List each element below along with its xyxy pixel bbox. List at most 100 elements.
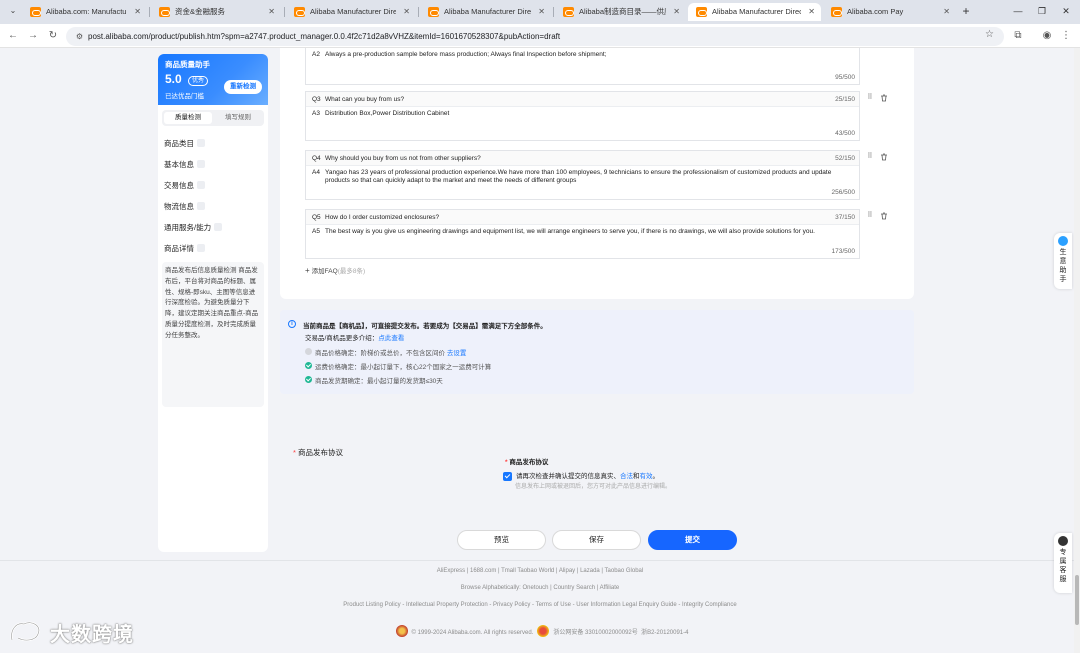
faq-item: Q5 How do I order customized enclosures?… (305, 209, 860, 259)
recheck-button[interactable]: 重新检测 (224, 80, 262, 94)
agreement-checkbox[interactable] (503, 472, 512, 481)
browser-tab-active[interactable]: Alibaba Manufacturer Directo ✕ (688, 3, 821, 21)
drag-handle-icon[interactable]: ⠿ (866, 212, 874, 220)
drag-handle-icon[interactable]: ⠿ (866, 94, 874, 102)
trash-icon[interactable] (880, 94, 888, 102)
customer-service-button[interactable]: 专属客服 (1054, 533, 1072, 593)
faq-answer[interactable]: A2 Always a pre-production sample before… (306, 48, 859, 85)
tab-close-icon[interactable]: ✕ (268, 3, 275, 21)
faq-question[interactable]: Q5 How do I order customized enclosures?… (306, 210, 859, 225)
close-window-icon[interactable]: ✕ (1059, 4, 1073, 18)
drag-handle-icon[interactable]: ⠿ (866, 153, 874, 161)
trash-icon[interactable] (880, 153, 888, 161)
section-logistics-info[interactable]: 物流信息 (164, 201, 205, 212)
browser-tab[interactable]: Alibaba制造商目录——供应商 ✕ (555, 3, 686, 21)
view-details-link[interactable]: 点此查看 (378, 335, 404, 342)
assistant-icon (1058, 236, 1068, 246)
faq-question[interactable]: Q3 What can you buy from us? 25/150 (306, 92, 859, 107)
legal-link[interactable]: 合法 (620, 473, 633, 480)
footer-links-3[interactable]: Product Listing Policy - Intellectual Pr… (0, 602, 1080, 608)
service-avatar-icon (1058, 536, 1068, 546)
condition-delivery: 商品发货期确定：最小起订量的发货期≤30天 (315, 378, 443, 385)
quality-title: 商品质量助手 (165, 60, 210, 69)
browser-tab[interactable]: Alibaba.com Pay ✕ (823, 3, 956, 21)
quality-note: 商品发布后信息质量检测 商品发布后，平台将对商品的标题、属性、规格-即sku、主… (162, 262, 264, 407)
section-basic-info[interactable]: 基本信息 (164, 159, 205, 170)
browser-toolbar: ← → ↻ ⚙ post.alibaba.com/product/publish… (0, 24, 1080, 48)
quality-badge: 优秀 (188, 76, 209, 86)
faq-question[interactable]: Q4 Why should you buy from us not from o… (306, 151, 859, 166)
tab-close-icon[interactable]: ✕ (403, 3, 410, 21)
section-trade-info[interactable]: 交易信息 (164, 180, 205, 191)
police-badge-icon (537, 625, 550, 637)
status-icon (197, 160, 205, 168)
faq-answer[interactable]: A3 Distribution Box,Power Distribution C… (306, 107, 859, 141)
extensions-icon[interactable]: ⧉ (1011, 29, 1025, 43)
quality-score: 5.0 (165, 72, 182, 86)
quality-header: 商品质量助手 5.0 优秀 已达优品门槛 重新检测 (158, 54, 268, 105)
tab-search-icon[interactable]: ⌄ (6, 6, 20, 18)
tab-close-icon[interactable]: ✕ (538, 3, 545, 21)
business-assistant-button[interactable]: 生意助手 (1054, 233, 1072, 289)
quality-subtitle: 已达优品门槛 (165, 93, 204, 100)
preview-button[interactable]: 预览 (457, 530, 546, 550)
browser-tab[interactable]: 资金&金融服务 ✕ (151, 3, 281, 21)
status-icon (197, 244, 205, 252)
save-button[interactable]: 保存 (552, 530, 641, 550)
check-circle-icon (305, 376, 312, 383)
watermark-text: 大数跨境 (50, 624, 134, 646)
section-category[interactable]: 商品类目 (164, 138, 205, 149)
alibaba-favicon-icon (159, 7, 170, 17)
faq-answer[interactable]: A4 Yangao has 23 years of professional p… (306, 166, 859, 200)
footer-copyright: © 1999-2024 Alibaba.com. All rights rese… (0, 625, 1080, 637)
notice-intro: 交易品/商机品更多介绍：点此查看 (305, 335, 405, 342)
reload-icon[interactable]: ↻ (46, 29, 60, 43)
valid-link[interactable]: 有效 (640, 473, 653, 480)
add-faq-button[interactable]: + 添加FAQ(最多8条) (305, 265, 365, 275)
tab-close-icon[interactable]: ✕ (134, 3, 141, 21)
trash-icon[interactable] (880, 212, 888, 220)
minimize-icon[interactable]: — (1011, 4, 1025, 18)
emblem-icon (395, 625, 408, 637)
section-services[interactable]: 通用服务/能力 (164, 222, 223, 233)
menu-kebab-icon[interactable]: ⋮ (1059, 29, 1073, 43)
section-details[interactable]: 商品详情 (164, 243, 205, 254)
browser-tab[interactable]: Alibaba.com: Manufacturers, ✕ (22, 3, 147, 21)
tab-fill-rules[interactable]: 填写规则 (214, 112, 262, 124)
alibaba-favicon-icon (294, 7, 305, 17)
faq-item: Q4 Why should you buy from us not from o… (305, 150, 860, 200)
browser-tab[interactable]: Alibaba Manufacturer Directo ✕ (420, 3, 551, 21)
status-icon (214, 223, 223, 231)
quality-assistant-panel: 商品质量助手 5.0 优秀 已达优品门槛 重新检测 质量检测 填写规则 商品类目… (158, 54, 268, 552)
site-info-icon[interactable]: ⚙ (74, 31, 85, 42)
agreement-tip: 信息发布上网或被退回后，您方可对此产品信息进行编辑。 (515, 484, 672, 490)
tab-close-icon[interactable]: ✕ (808, 3, 815, 21)
scrollbar-thumb[interactable] (1075, 575, 1079, 625)
forward-arrow-icon[interactable]: → (26, 29, 40, 43)
submit-button[interactable]: 提交 (648, 530, 737, 550)
alibaba-favicon-icon (30, 7, 41, 17)
faq-answer[interactable]: A5 The best way is you give us engineeri… (306, 225, 859, 259)
browser-tab[interactable]: Alibaba Manufacturer Directo ✕ (286, 3, 416, 21)
profile-icon[interactable]: ◉ (1040, 29, 1054, 43)
check-circle-icon (305, 362, 312, 369)
restore-icon[interactable]: ❐ (1035, 4, 1049, 18)
back-arrow-icon[interactable]: ← (6, 29, 20, 43)
address-bar[interactable]: ⚙ post.alibaba.com/product/publish.htm?s… (66, 27, 1004, 46)
info-icon: i (288, 320, 296, 328)
footer-links-1[interactable]: AliExpress | 1688.com | Tmall Taobao Wor… (0, 568, 1080, 574)
set-price-link[interactable]: 去设置 (447, 350, 467, 357)
status-icon (197, 139, 205, 147)
page-scrollbar[interactable] (1074, 48, 1080, 653)
footer-links-2[interactable]: Browse Alphabetically: Onetouch | Countr… (0, 585, 1080, 591)
url-text[interactable]: post.alibaba.com/product/publish.htm?spm… (88, 27, 560, 46)
agreement-text: 请再次检查并确认提交的信息真实、合法和有效。 (516, 473, 659, 480)
alibaba-favicon-icon (831, 7, 842, 17)
agreement-label: * 商品发布协议 (293, 448, 344, 457)
notice-title: 当前商品是【商机品】，可直接提交发布。若要成为【交易品】需满足下方全部条件。 (303, 323, 547, 330)
tab-close-icon[interactable]: ✕ (943, 3, 950, 21)
tab-quality-check[interactable]: 质量检测 (164, 112, 212, 124)
bookmark-star-icon[interactable]: ☆ (985, 29, 994, 40)
tab-close-icon[interactable]: ✕ (673, 3, 680, 21)
new-tab-button[interactable]: + (959, 4, 973, 18)
